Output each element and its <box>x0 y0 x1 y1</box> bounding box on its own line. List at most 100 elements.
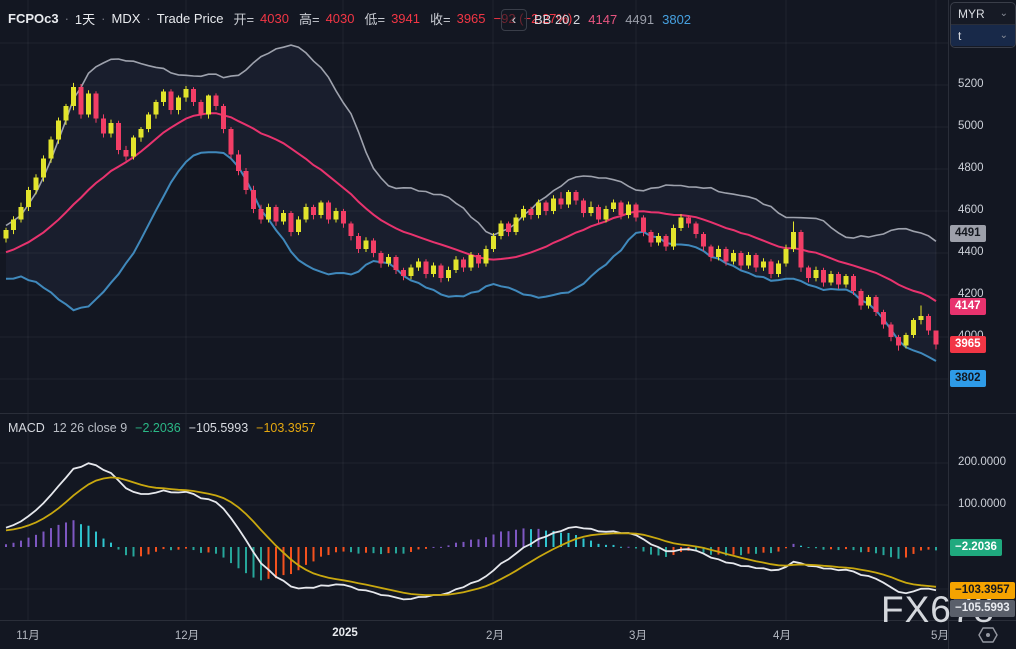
hist-bar <box>770 547 772 554</box>
macd-indicator-label[interactable]: MACD <box>8 421 45 435</box>
hist-bar <box>477 539 480 547</box>
hist-bar <box>125 547 127 556</box>
hist-bar <box>267 547 270 579</box>
candle-body <box>423 261 429 274</box>
hist-bar <box>222 547 225 558</box>
separator-dot: · <box>101 11 106 26</box>
candle-body <box>11 219 16 230</box>
hist-bar <box>102 538 105 547</box>
candle-body <box>153 101 159 115</box>
candle-body <box>933 330 939 345</box>
candle-body <box>858 290 864 306</box>
caret-down-icon: ⌄ <box>999 30 1008 41</box>
unit-dropdown[interactable]: t ⌄ <box>951 24 1015 46</box>
hist-bar <box>830 547 832 550</box>
pane-divider[interactable] <box>0 413 1016 414</box>
candle-body <box>266 206 271 220</box>
hist-bar <box>395 547 397 554</box>
currency-dropdown[interactable]: MYR ⌄ <box>951 3 1015 24</box>
candle-body <box>191 89 196 102</box>
candle-body <box>528 208 534 216</box>
hist-bar <box>42 531 45 547</box>
hist-bar <box>567 532 570 547</box>
close-value: 3965 <box>456 11 486 26</box>
candle-body <box>611 202 616 209</box>
hist-bar <box>95 531 97 547</box>
hist-bar <box>417 547 420 550</box>
hist-bar <box>335 547 337 553</box>
candle-body <box>881 311 886 325</box>
hist-bar <box>185 547 187 549</box>
candle-body <box>176 97 181 111</box>
candle-body <box>461 259 466 268</box>
hist-bar <box>582 538 585 547</box>
candle-body <box>281 213 286 222</box>
bb-basis-value: 4147 <box>588 12 618 27</box>
interval-label[interactable]: 1天 <box>75 9 95 28</box>
hist-bar <box>575 535 577 547</box>
candle-body <box>543 202 549 211</box>
hist-bar <box>597 543 600 547</box>
hist-bar <box>905 547 907 558</box>
price-axis-tick: 5000 <box>958 120 984 132</box>
hist-bar <box>492 534 495 547</box>
candle-body <box>566 192 571 205</box>
open-value: 4030 <box>260 11 289 26</box>
hist-bar <box>170 547 172 551</box>
time-axis-label: 2025 <box>332 627 358 639</box>
hist-bar <box>927 547 930 550</box>
candle-body <box>378 253 384 264</box>
candle-body <box>168 91 174 111</box>
macd-pane[interactable] <box>0 414 948 620</box>
hist-bar <box>822 547 825 550</box>
price-axis-badge: 3965 <box>950 335 986 353</box>
hist-bar <box>545 530 547 547</box>
exchange-label[interactable]: MDX <box>112 11 141 26</box>
hist-bar <box>207 547 210 553</box>
candle-body <box>78 87 84 115</box>
candle-body <box>288 213 294 232</box>
candle-body <box>806 267 811 279</box>
hist-bar <box>305 547 307 565</box>
hist-bar <box>912 547 915 554</box>
hist-bar <box>845 547 847 550</box>
candle-body <box>251 190 256 209</box>
hist-bar <box>485 537 487 547</box>
hist-bar <box>320 547 322 557</box>
candle-body <box>596 206 601 220</box>
hist-bar <box>777 547 780 552</box>
hist-bar <box>755 547 757 554</box>
candle-body <box>686 217 691 224</box>
main-price-pane[interactable] <box>0 0 948 413</box>
hist-bar <box>342 547 345 552</box>
price-axis-badge: 3802 <box>950 370 986 388</box>
candle-body <box>371 240 376 253</box>
settings-icon[interactable] <box>978 626 998 644</box>
hist-bar <box>387 547 390 554</box>
bb-lower-value: 3802 <box>662 12 692 27</box>
bollinger-fill <box>6 45 936 361</box>
candle-body <box>918 316 924 321</box>
hist-bar <box>350 547 352 553</box>
hist-bar <box>507 531 510 547</box>
hist-bar <box>627 546 630 548</box>
hist-bar <box>132 547 135 557</box>
hist-bar <box>87 525 90 547</box>
legend-collapse-button[interactable]: ‹ <box>501 9 527 31</box>
macd-axis-tick: 100.0000 <box>958 498 1006 510</box>
chevron-left-icon: ‹ <box>511 11 517 27</box>
hist-bar <box>897 547 900 559</box>
candle-body <box>656 236 661 243</box>
caret-down-icon: ⌄ <box>999 8 1008 19</box>
candle-body <box>131 137 136 157</box>
symbol-name[interactable]: FCPOc3 <box>8 11 59 26</box>
high-label: 高= <box>298 12 320 27</box>
bb-upper-value: 4491 <box>625 12 655 27</box>
candle-body <box>273 206 279 222</box>
currency-value: MYR <box>958 6 985 21</box>
candle-body <box>521 208 526 218</box>
time-axis-label: 11月 <box>16 630 40 642</box>
price-axis-badge: 4491 <box>950 225 986 243</box>
hist-bar <box>275 547 277 579</box>
bb-indicator-label[interactable]: BB 20 2 <box>534 12 580 27</box>
